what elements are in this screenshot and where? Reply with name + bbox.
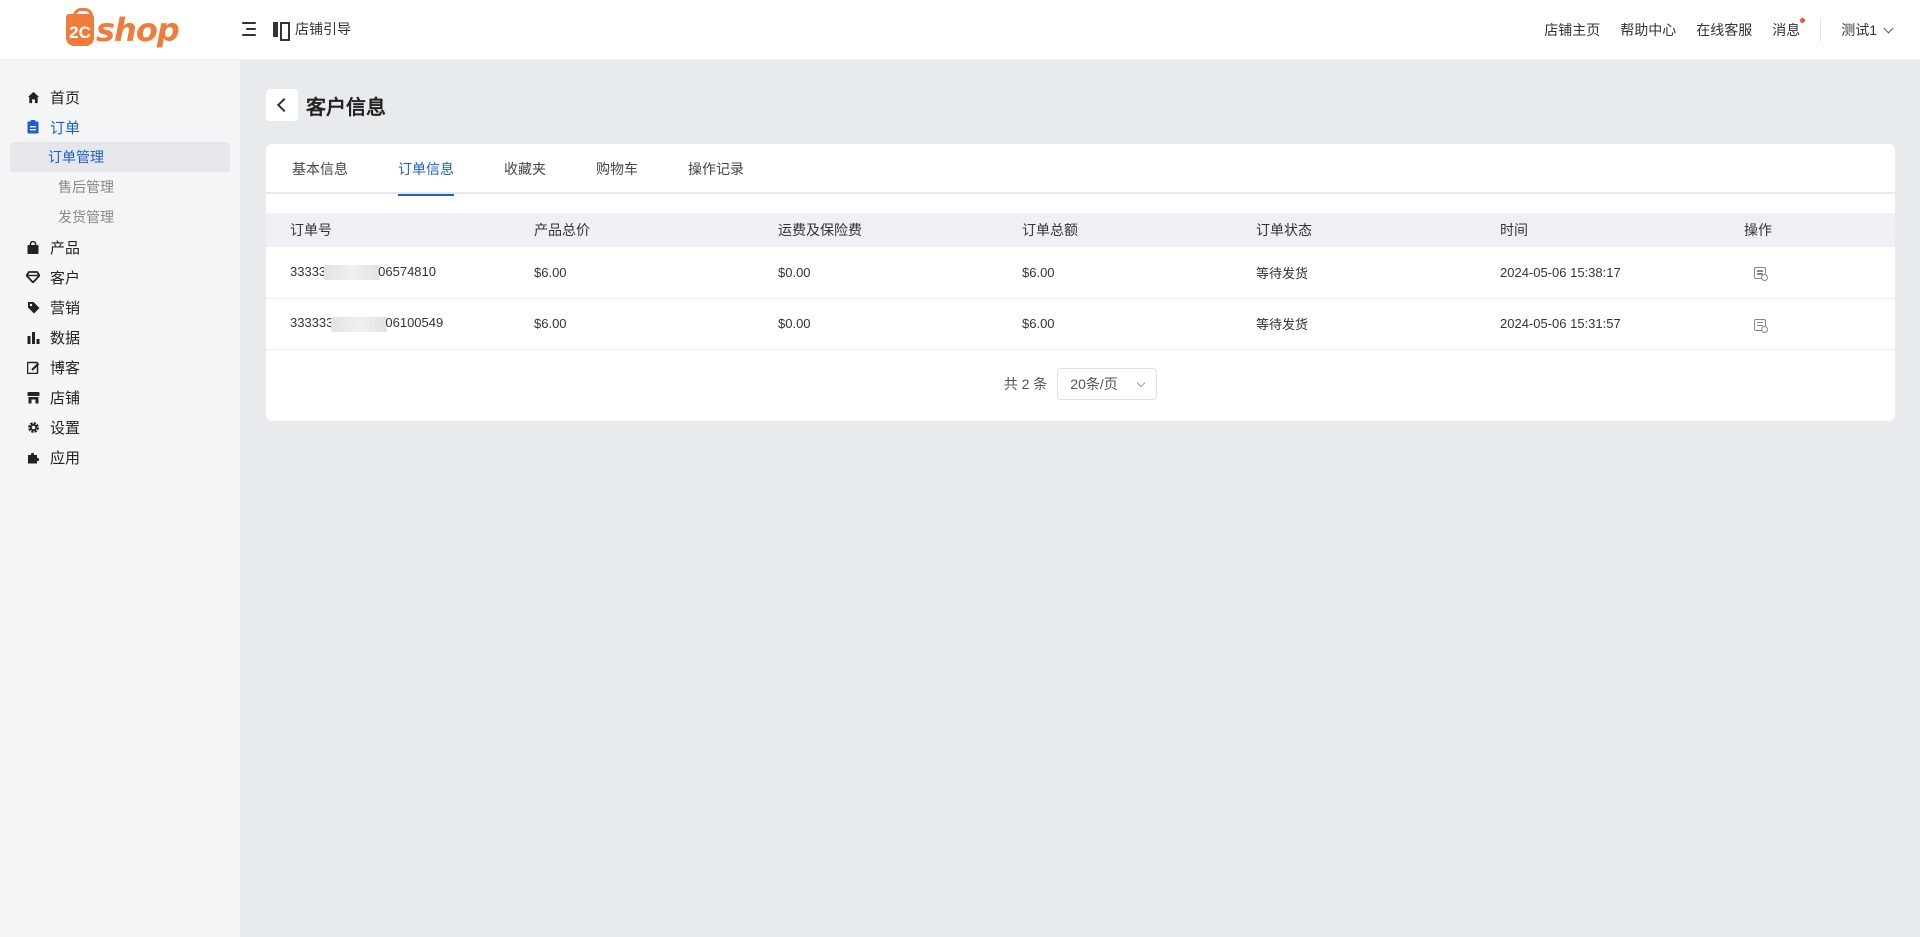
redacted-mask bbox=[324, 265, 381, 281]
redacted-mask bbox=[331, 316, 388, 332]
sidebar-item-orders[interactable]: 订单 bbox=[0, 112, 240, 142]
pagination: 共 2 条 20条/页 bbox=[266, 368, 1895, 400]
logo-text: shop bbox=[96, 11, 180, 49]
page-size-select[interactable]: 20条/页 bbox=[1057, 368, 1158, 400]
view-detail-icon[interactable] bbox=[1754, 267, 1768, 282]
tab-cart[interactable]: 购物车 bbox=[596, 144, 638, 194]
sidebar-subitem-after-sales[interactable]: 售后管理 bbox=[10, 172, 230, 202]
sidebar-item-marketing[interactable]: 营销 bbox=[0, 292, 240, 322]
order-status: 等待发货 bbox=[1256, 265, 1309, 281]
sidebar-item-blog[interactable]: 博客 bbox=[0, 352, 240, 382]
col-product-total: 产品总价 bbox=[534, 222, 590, 238]
edit-icon bbox=[26, 360, 40, 374]
actions-cell bbox=[1720, 298, 1895, 349]
order-time: 2024-05-06 15:31:57 bbox=[1500, 316, 1621, 331]
sidebar-item-customers[interactable]: 客户 bbox=[0, 262, 240, 292]
notification-dot bbox=[1800, 18, 1806, 23]
chevron-down-icon bbox=[1883, 23, 1894, 33]
col-shipping: 运费及保险费 bbox=[778, 222, 862, 238]
sidebar-subitem-order-management[interactable]: 订单管理 bbox=[10, 142, 230, 172]
store-icon bbox=[26, 390, 40, 404]
user-menu[interactable]: 测试1 bbox=[1841, 20, 1894, 40]
page-header: 客户信息 bbox=[266, 89, 386, 121]
sidebar-item-apps[interactable]: 应用 bbox=[0, 442, 240, 472]
sidebar: 首页 订单 订单管理 售后管理 发货管理 产品 客户 营销 数据 博客 店铺 设… bbox=[0, 60, 240, 937]
back-button[interactable] bbox=[266, 89, 298, 121]
diamond-icon bbox=[26, 270, 40, 284]
view-detail-icon[interactable] bbox=[1754, 318, 1768, 333]
bar-chart-icon bbox=[26, 330, 40, 344]
menu-toggle-icon[interactable] bbox=[238, 20, 256, 38]
store-home-link[interactable]: 店铺主页 bbox=[1544, 20, 1600, 40]
bag-icon bbox=[26, 240, 40, 254]
col-order-total: 订单总额 bbox=[1022, 222, 1078, 238]
shipping-fee: $0.00 bbox=[778, 264, 811, 280]
chevron-left-icon bbox=[276, 97, 292, 113]
product-total: $6.00 bbox=[534, 264, 567, 280]
customer-card: 基本信息 订单信息 收藏夹 购物车 操作记录 订单号 产品总价 运费及保险费 订… bbox=[266, 144, 1895, 421]
top-links: 店铺主页 帮助中心 在线客服 消息 测试1 bbox=[1544, 0, 1920, 60]
main-content: 客户信息 基本信息 订单信息 收藏夹 购物车 操作记录 订单号 产品总价 运费及… bbox=[240, 60, 1920, 937]
product-total: $6.00 bbox=[534, 316, 567, 331]
sidebar-item-home[interactable]: 首页 bbox=[0, 82, 240, 112]
tag-icon bbox=[26, 300, 40, 314]
messages-link[interactable]: 消息 bbox=[1772, 18, 1806, 40]
order-number: 333333 06100549 bbox=[290, 315, 444, 332]
order-number: 33333 06574810 bbox=[290, 264, 436, 281]
col-order-no: 订单号 bbox=[290, 222, 332, 238]
page-title: 客户信息 bbox=[306, 96, 386, 119]
online-service-link[interactable]: 在线客服 bbox=[1696, 20, 1752, 40]
orders-table: 订单号 产品总价 运费及保险费 订单总额 订单状态 时间 操作 33333 065… bbox=[266, 213, 1895, 350]
tab-favorites[interactable]: 收藏夹 bbox=[504, 144, 546, 194]
table-row: 33333 06574810 $6.00 $0.00 $6.00 等待发货 202… bbox=[266, 247, 1895, 298]
tab-order-info[interactable]: 订单信息 bbox=[398, 144, 454, 196]
col-time: 时间 bbox=[1500, 222, 1528, 238]
chevron-down-icon bbox=[1137, 378, 1146, 387]
sidebar-item-store[interactable]: 店铺 bbox=[0, 382, 240, 412]
order-total: $6.00 bbox=[1022, 264, 1055, 280]
tab-basic-info[interactable]: 基本信息 bbox=[292, 144, 348, 194]
logo-bag-icon: 2C bbox=[66, 8, 94, 46]
col-status: 订单状态 bbox=[1256, 222, 1312, 238]
sidebar-item-data[interactable]: 数据 bbox=[0, 322, 240, 352]
home-icon bbox=[26, 90, 40, 104]
order-total: $6.00 bbox=[1022, 316, 1055, 331]
puzzle-icon bbox=[26, 450, 40, 464]
table-header-row: 订单号 产品总价 运费及保险费 订单总额 订单状态 时间 操作 bbox=[266, 213, 1895, 247]
gear-icon bbox=[26, 420, 40, 434]
book-icon bbox=[273, 21, 290, 41]
logo[interactable]: 2C shop bbox=[66, 8, 180, 50]
top-header: 2C shop 店铺引导 店铺主页 帮助中心 在线客服 消息 测试1 bbox=[0, 0, 1920, 60]
shipping-fee: $0.00 bbox=[778, 316, 811, 331]
sidebar-item-products[interactable]: 产品 bbox=[0, 232, 240, 262]
store-guide-link[interactable]: 店铺引导 bbox=[273, 19, 351, 41]
order-status: 等待发货 bbox=[1256, 317, 1309, 332]
clipboard-icon bbox=[26, 120, 40, 134]
tab-operation-log[interactable]: 操作记录 bbox=[688, 144, 744, 194]
sidebar-item-settings[interactable]: 设置 bbox=[0, 412, 240, 442]
col-actions: 操作 bbox=[1744, 222, 1772, 238]
help-center-link[interactable]: 帮助中心 bbox=[1620, 20, 1676, 40]
table-row: 333333 06100549 $6.00 $0.00 $6.00 等待发货 20… bbox=[266, 298, 1895, 349]
order-time: 2024-05-06 15:38:17 bbox=[1500, 264, 1621, 280]
actions-cell bbox=[1720, 247, 1895, 298]
sidebar-subitem-shipping[interactable]: 发货管理 bbox=[10, 202, 230, 232]
divider bbox=[1820, 18, 1822, 42]
tabs: 基本信息 订单信息 收藏夹 购物车 操作记录 bbox=[266, 144, 1895, 196]
total-count: 共 2 条 bbox=[1003, 376, 1048, 392]
